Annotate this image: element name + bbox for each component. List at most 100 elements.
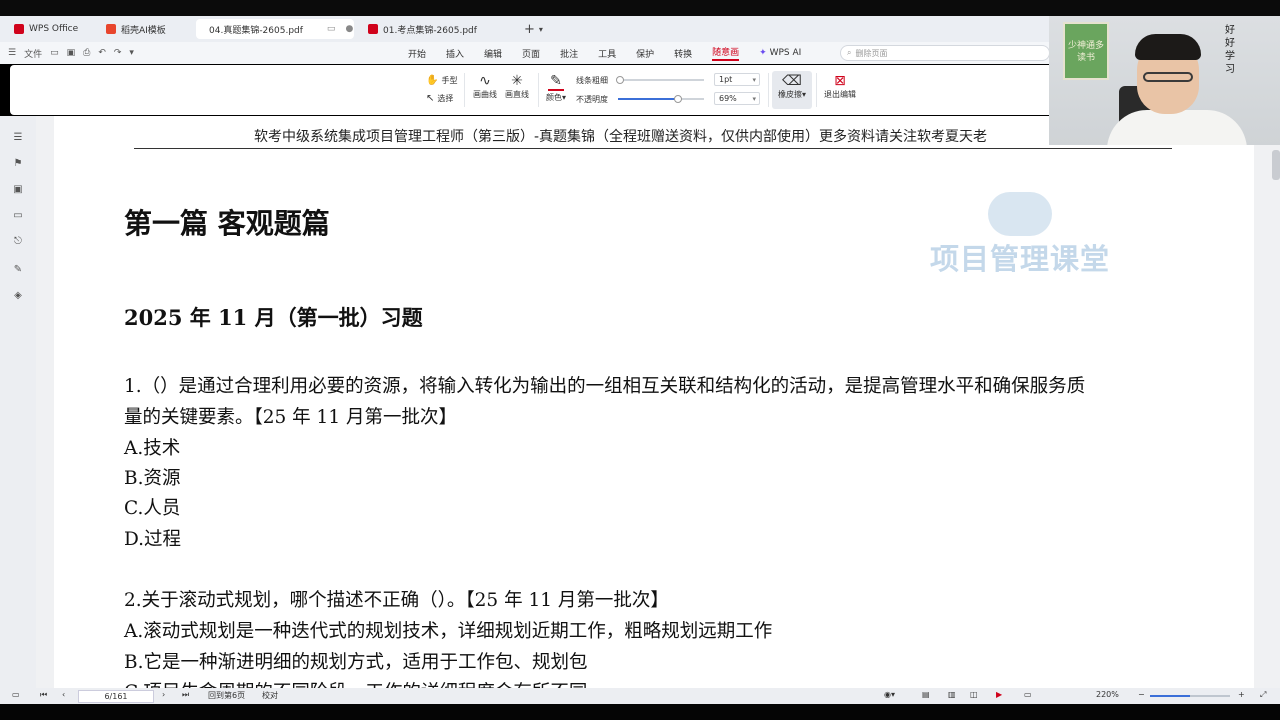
print-icon[interactable]: ⎙ <box>83 48 90 58</box>
continuous-icon[interactable]: ▥ <box>948 690 956 699</box>
zoom-in-icon[interactable]: + <box>1238 690 1245 699</box>
color-picker[interactable]: ✎ 颜色▾ <box>542 73 570 103</box>
chevron-down-icon[interactable]: ▾ <box>539 25 543 34</box>
eraser-label: 橡皮擦 <box>777 90 802 99</box>
calligraphy-scroll: 好好学习 <box>1225 25 1235 75</box>
play-icon[interactable]: ▶ <box>996 690 1002 699</box>
cloud-logo-icon <box>988 192 1052 236</box>
tab-docer-templates[interactable]: 稻壳AI模板 <box>98 19 190 39</box>
eye-icon[interactable]: ◉▾ <box>884 690 895 699</box>
file-menu[interactable]: 文件 <box>24 47 42 60</box>
opacity-select[interactable]: 69% ▾ <box>714 92 760 105</box>
save-icon[interactable]: ▣ <box>67 48 76 58</box>
menu-tools[interactable]: 工具 <box>598 47 616 60</box>
last-page-icon[interactable]: ⏭ <box>182 690 189 700</box>
divider <box>816 73 817 107</box>
search-box[interactable]: ⌕ 删除页面 <box>840 45 1050 61</box>
thumbnail-icon[interactable]: ▣ <box>12 184 24 195</box>
option-line: B.它是一种渐进明细的规划方式，适用于工作包、规划包 <box>124 652 588 673</box>
slider-knob[interactable] <box>674 95 683 103</box>
color-label: 颜色 <box>545 93 562 102</box>
menu-convert[interactable]: 转换 <box>674 47 692 60</box>
menu-annotate[interactable]: 批注 <box>560 47 578 60</box>
left-sidebar: ☰ ⚑ ▣ ▭ ⎋ ✎ ◈ <box>0 116 36 688</box>
open-folder-icon[interactable]: ▭ <box>50 48 59 58</box>
zoom-out-icon[interactable]: − <box>1138 690 1145 699</box>
line-width-value: 1pt <box>719 75 733 84</box>
comment-icon[interactable]: ▭ <box>12 210 24 221</box>
chevron-down-icon[interactable]: ▾ <box>129 48 134 58</box>
chevron-down-icon: ▾ <box>752 94 756 103</box>
menu-insert[interactable]: 插入 <box>446 47 464 60</box>
signature-icon[interactable]: ✎ <box>12 264 24 275</box>
zoom-value[interactable]: 220% <box>1096 690 1119 699</box>
menu-page[interactable]: 页面 <box>522 47 540 60</box>
two-page-icon[interactable]: ◫ <box>970 690 978 699</box>
tab-label: 稻壳AI模板 <box>121 25 166 36</box>
hand-tool[interactable]: ✋ 手型 <box>426 75 457 86</box>
page-number-input[interactable]: 6/161 <box>78 690 154 703</box>
next-page-icon[interactable]: › <box>162 690 165 699</box>
glasses <box>1143 72 1193 82</box>
line-width-label: 线条粗细 <box>576 76 608 85</box>
attachment-icon[interactable]: ⎋ <box>12 236 24 247</box>
window-bottom-strip <box>0 704 1280 720</box>
tab-wps-office[interactable]: WPS Office <box>6 19 92 39</box>
wall-poster: 少神通多读书 <box>1063 22 1109 80</box>
wps-logo-icon <box>14 24 24 34</box>
document-viewport[interactable]: 软考中级系统集成项目管理工程师（第三版）-真题集锦（全程班赠送资料，仅供内部使用… <box>36 116 1280 688</box>
outline-icon[interactable]: ☰ <box>12 132 24 143</box>
zoom-slider[interactable] <box>1150 695 1230 697</box>
tab-pdf-active[interactable]: 04.真题集锦-2605.pdf ▭ ● <box>196 19 354 39</box>
question-line: 量的关键要素。【25 年 11 月第一批次】 <box>124 407 457 428</box>
hamburger-icon[interactable]: ☰ <box>8 48 16 58</box>
divider <box>768 73 769 107</box>
line-width-select[interactable]: 1pt ▾ <box>714 73 760 86</box>
menu-home[interactable]: 开始 <box>408 47 426 60</box>
tab-pdf-2[interactable]: 01.考点集锦-2605.pdf <box>360 19 516 39</box>
pdf-page: 软考中级系统集成项目管理工程师（第三版）-真题集锦（全程班赠送资料，仅供内部使用… <box>54 116 1254 688</box>
tab-label: 04.真题集锦-2605.pdf <box>209 25 303 36</box>
restore-icon[interactable]: ▭ <box>327 24 336 34</box>
pdf-icon <box>368 24 378 34</box>
goto-page-link[interactable]: 回到第6页 <box>208 690 245 701</box>
layers-icon[interactable]: ◈ <box>12 290 24 301</box>
first-page-icon[interactable]: ⏮ <box>40 690 47 700</box>
page-header: 软考中级系统集成项目管理工程师（第三版）-真题集锦（全程班赠送资料，仅供内部使用… <box>254 129 988 145</box>
fullscreen-icon[interactable]: ⤢ <box>1260 690 1266 700</box>
vertical-scrollbar[interactable] <box>1272 150 1280 180</box>
eraser-button[interactable]: ⌫ 橡皮擦▾ <box>772 71 812 109</box>
draw-line-button[interactable]: ✳ 画直线 <box>502 73 532 100</box>
single-page-icon[interactable]: ▤ <box>922 690 930 699</box>
docer-icon <box>106 24 116 34</box>
menu-protect[interactable]: 保护 <box>636 47 654 60</box>
menu-freehand[interactable]: 随意画 <box>712 45 740 61</box>
menu-wps-ai[interactable]: ✦ WPS AI <box>759 48 801 58</box>
undo-icon[interactable]: ↶ <box>98 48 106 58</box>
line-icon: ✳ <box>511 73 523 89</box>
exit-edit-button[interactable]: ⊠ 退出编辑 <box>820 73 860 100</box>
header-rule <box>134 148 1172 149</box>
unsaved-dot-icon[interactable]: ● <box>345 24 353 34</box>
menu-edit[interactable]: 编辑 <box>484 47 502 60</box>
new-tab-icon[interactable]: + <box>524 22 535 37</box>
divider <box>538 73 539 107</box>
option-line: C.项目生命周期的不同阶段，工作的详细程度会有所不同 <box>124 678 587 688</box>
fit-width-icon[interactable]: ▭ <box>1024 690 1032 699</box>
option-line: A.滚动式规划是一种迭代式的规划技术，详细规划近期工作，粗略规划远期工作 <box>124 621 773 642</box>
prev-page-icon[interactable]: ‹ <box>62 690 65 699</box>
curve-icon: ∿ <box>479 73 491 89</box>
hand-icon: ✋ <box>426 75 439 86</box>
select-tool[interactable]: ↖ 选择 <box>426 93 453 104</box>
sidebar-toggle-icon[interactable]: ▭ <box>12 690 20 699</box>
line-width-slider[interactable] <box>616 76 704 84</box>
draw-curve-button[interactable]: ∿ 画曲线 <box>470 73 500 100</box>
slider-knob[interactable] <box>616 76 624 84</box>
bookmark-icon[interactable]: ⚑ <box>12 158 24 169</box>
webcam-overlay: 少神通多读书 好好学习 <box>1049 16 1280 145</box>
redo-icon[interactable]: ↷ <box>114 48 122 58</box>
opacity-slider[interactable] <box>618 95 704 103</box>
proofread-button[interactable]: 校对 <box>262 690 278 701</box>
option-line: A.技术 <box>124 438 181 459</box>
watermark: 项目管理课堂 <box>930 192 1110 278</box>
